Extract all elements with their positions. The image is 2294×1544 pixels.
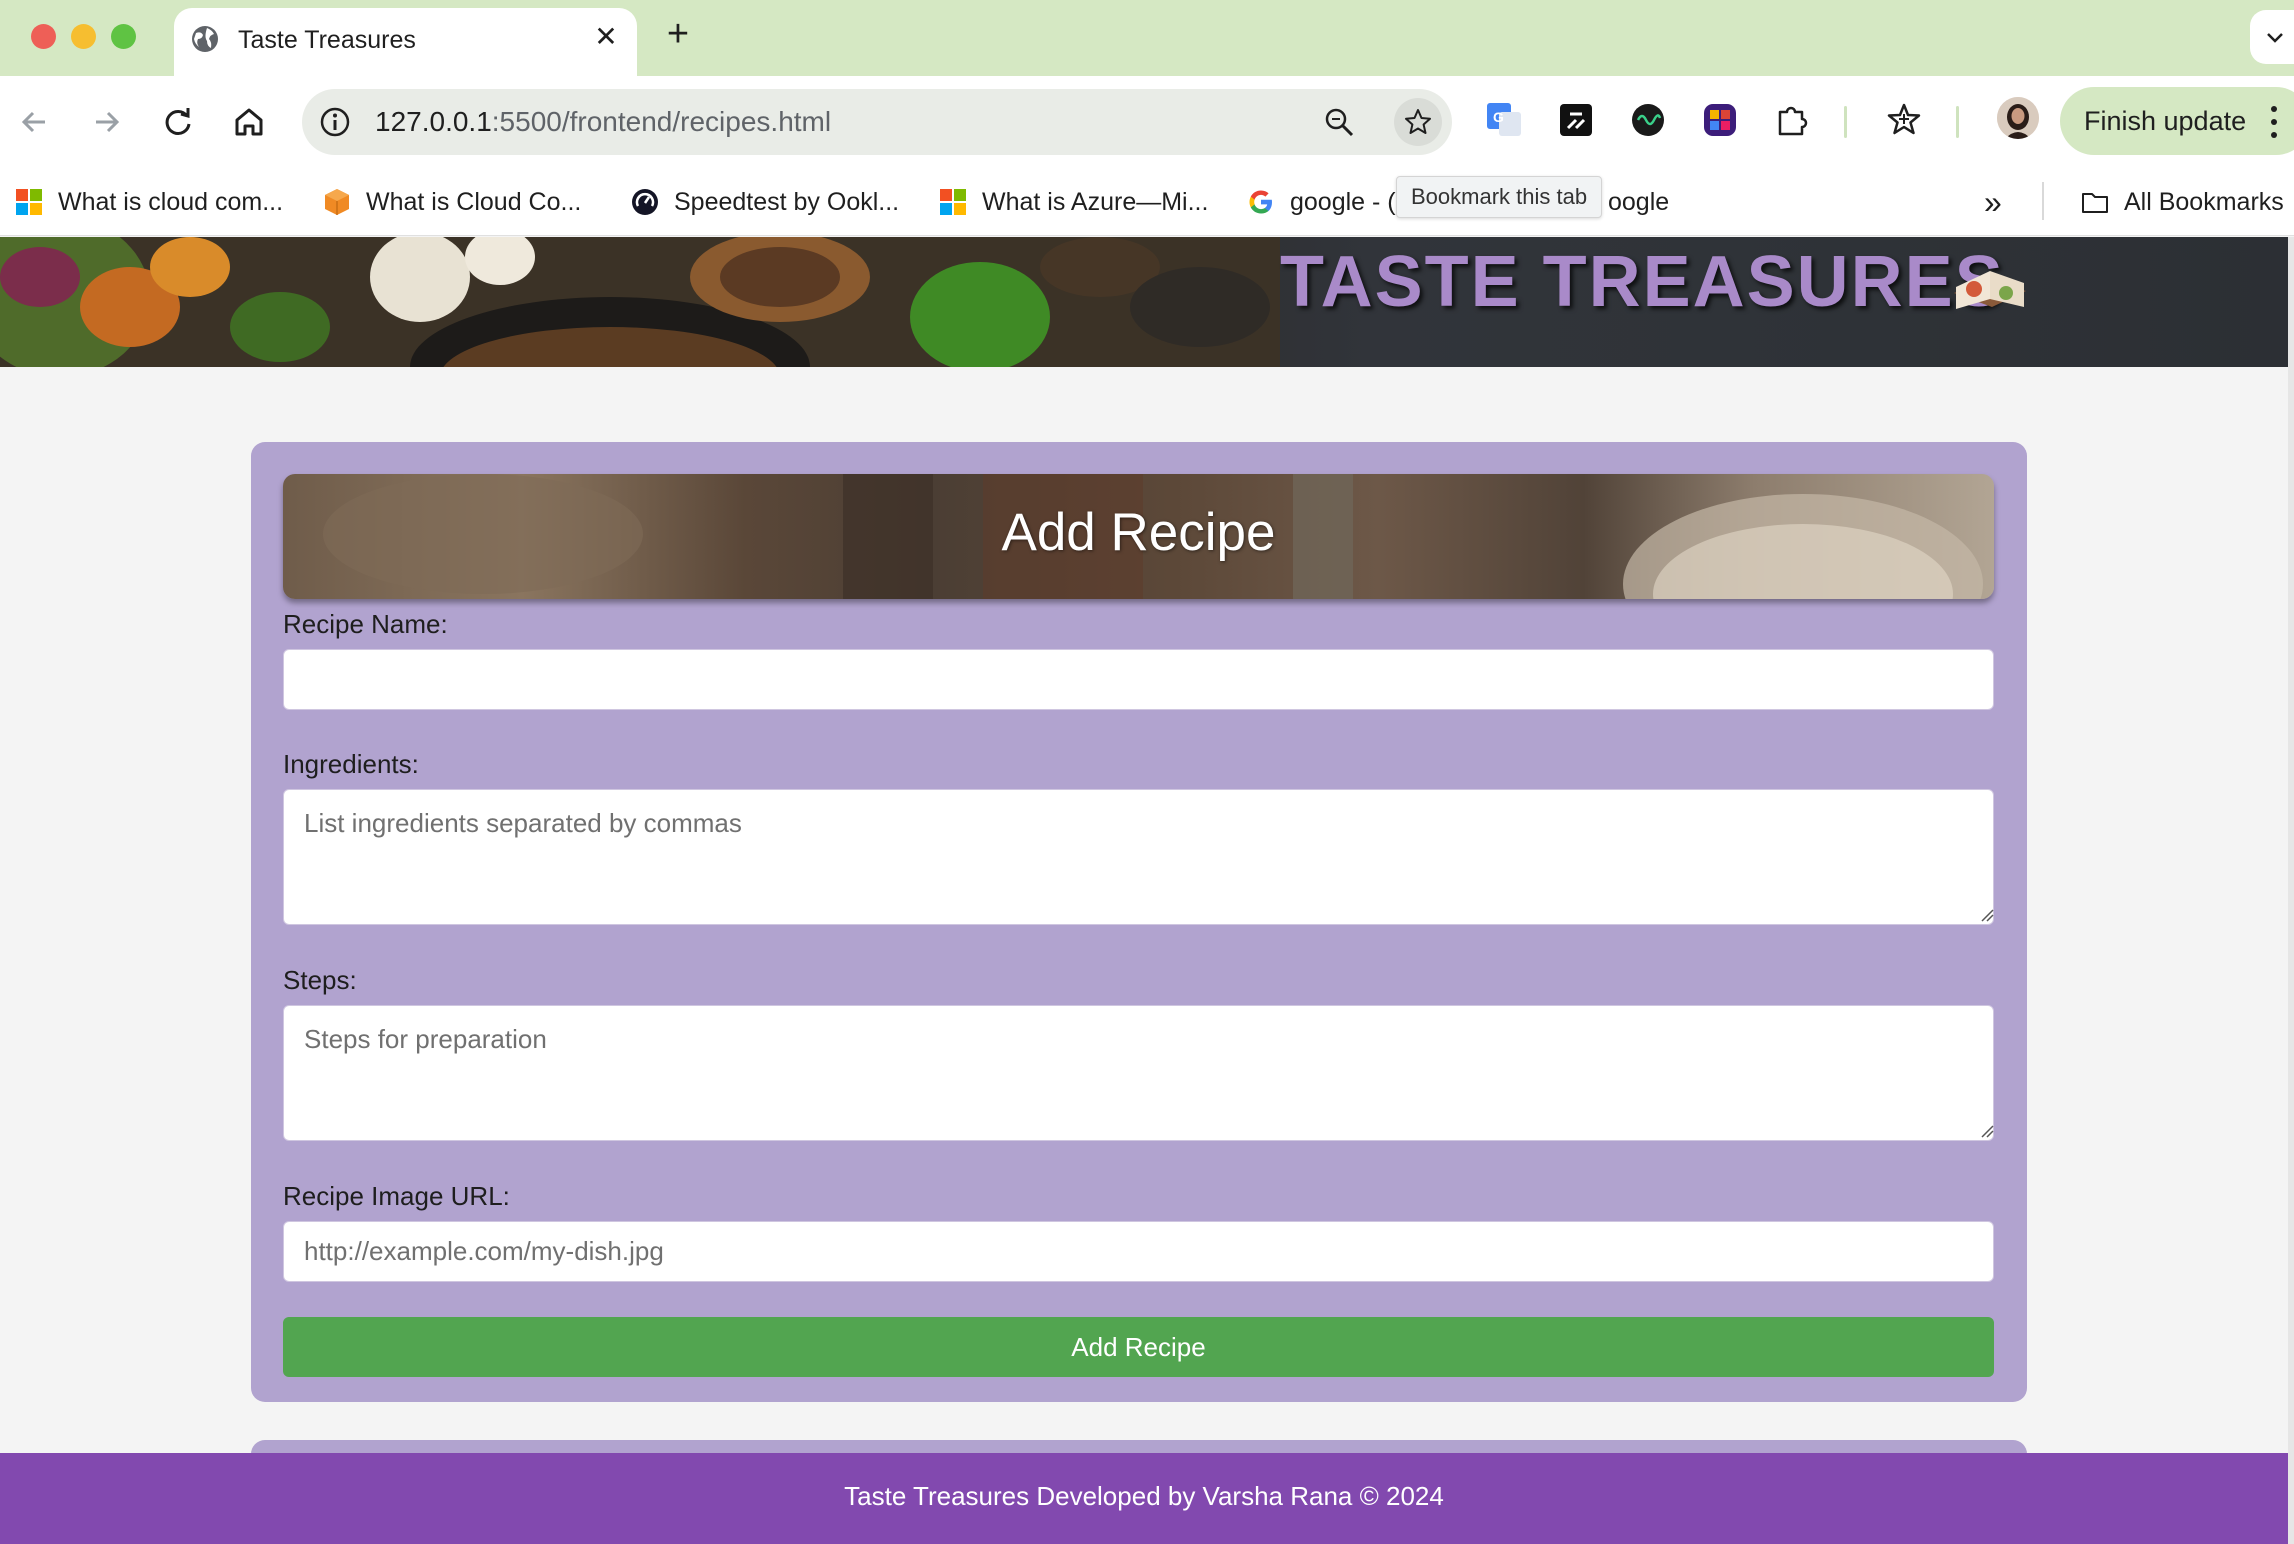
form-title: Add Recipe <box>1001 503 1276 562</box>
steps-label: Steps: <box>283 965 357 995</box>
microsoft-icon <box>16 189 42 215</box>
close-tab-icon[interactable]: ✕ <box>589 20 623 54</box>
minimize-window-button[interactable] <box>71 24 96 49</box>
audio-extension-icon[interactable] <box>1628 100 1668 140</box>
site-info-icon[interactable] <box>316 103 354 141</box>
recipe-name-label: Recipe Name: <box>283 609 448 639</box>
add-recipe-card: Add Recipe Recipe Name: Ingredients: Ste… <box>251 442 2027 1402</box>
bookmark-item[interactable]: What is Azure—Mi... <box>938 182 1208 222</box>
finish-update-label: Finish update <box>2084 106 2247 136</box>
bookmarks-bar: What is cloud com... What is Cloud Co...… <box>0 168 2294 236</box>
all-bookmarks-label: All Bookmarks <box>2124 187 2284 216</box>
tab-title: Taste Treasures <box>238 26 416 54</box>
url-path: :5500/frontend/recipes.html <box>491 106 832 137</box>
url-host: 127.0.0.1 <box>375 106 492 137</box>
forward-arrow-icon[interactable] <box>84 100 128 144</box>
globe-icon <box>192 26 218 52</box>
chevron-down-icon <box>2267 33 2283 43</box>
url-text[interactable]: 127.0.0.1:5500/frontend/recipes.html <box>375 106 831 138</box>
recipe-image-url-input[interactable] <box>283 1221 1994 1282</box>
google-translate-icon[interactable]: G <box>1484 100 1524 140</box>
star-icon <box>1405 109 1431 134</box>
more-vertical-icon[interactable] <box>2270 104 2278 140</box>
all-bookmarks-button[interactable]: All Bookmarks <box>2080 182 2284 222</box>
speedtest-icon <box>632 189 658 215</box>
recipe-image-url-label: Recipe Image URL: <box>283 1181 510 1211</box>
steps-textarea[interactable] <box>283 1005 1994 1141</box>
profile-avatar[interactable] <box>1997 97 2039 139</box>
bookmark-label: google - ( <box>1290 187 1396 216</box>
color-extension-icon[interactable] <box>1700 100 1740 140</box>
bookmark-item[interactable]: What is cloud com... <box>14 182 283 222</box>
bookmarks-star-icon[interactable] <box>1884 100 1924 140</box>
bookmark-label: oogle <box>1608 187 1670 216</box>
recipe-book-icon <box>1954 271 2026 309</box>
browser-toolbar: 127.0.0.1:5500/frontend/recipes.html G F… <box>0 76 2294 168</box>
tab-search-button[interactable] <box>2250 10 2294 64</box>
bookmark-item[interactable]: Speedtest by Ookl... <box>630 182 899 222</box>
reload-icon[interactable] <box>156 100 200 144</box>
aws-cube-icon <box>325 189 349 215</box>
recipe-name-input[interactable] <box>283 649 1994 710</box>
bookmark-label: What is Azure—Mi... <box>982 187 1209 216</box>
bookmark-label: Speedtest by Ookl... <box>674 187 900 216</box>
bookmark-label: What is cloud com... <box>58 187 284 216</box>
page-scrollbar[interactable] <box>2288 237 2294 1544</box>
maximize-window-button[interactable] <box>111 24 136 49</box>
bookmark-label: What is Cloud Co... <box>366 187 582 216</box>
close-window-button[interactable] <box>31 24 56 49</box>
bookmarks-overflow-icon[interactable]: » <box>1984 184 2002 221</box>
add-recipe-header: Add Recipe <box>283 474 1994 599</box>
bookmark-star-button[interactable] <box>1394 98 1442 146</box>
add-recipe-button[interactable]: Add Recipe <box>283 1317 1994 1377</box>
address-bar[interactable]: 127.0.0.1:5500/frontend/recipes.html <box>302 89 1452 155</box>
ingredients-textarea[interactable] <box>283 789 1994 925</box>
new-tab-button[interactable]: + <box>658 14 698 54</box>
food-banner-image <box>0 237 1280 367</box>
folder-icon <box>2082 193 2108 213</box>
bookmarks-separator <box>2042 182 2044 220</box>
toolbar-separator <box>1956 106 1959 138</box>
back-arrow-icon[interactable] <box>13 100 57 144</box>
puzzle-extensions-icon[interactable] <box>1772 100 1812 140</box>
home-icon[interactable] <box>227 100 271 144</box>
bookmark-tooltip: Bookmark this tab <box>1396 176 1603 218</box>
site-brand-title: TASTE TREASURES <box>1280 242 2005 322</box>
bookmark-item[interactable]: oogle <box>1608 182 1669 222</box>
avatar-icon <box>1997 97 2039 139</box>
footer-text: Taste Treasures Developed by Varsha Rana… <box>844 1481 1444 1511</box>
page-viewport: TASTE TREASURES Add Recipe Recipe Name: … <box>0 237 2294 1544</box>
ingredients-label: Ingredients: <box>283 749 419 779</box>
notion-like-extension-icon[interactable] <box>1556 100 1596 140</box>
zoom-icon[interactable] <box>1322 105 1356 139</box>
microsoft-icon <box>940 189 966 215</box>
site-footer: Taste Treasures Developed by Varsha Rana… <box>0 1453 2288 1544</box>
site-header-banner: TASTE TREASURES <box>0 237 2288 367</box>
svg-text:G: G <box>1493 109 1504 125</box>
tab-strip: Taste Treasures ✕ + <box>0 0 2294 76</box>
toolbar-separator <box>1844 106 1847 138</box>
tab-taste-treasures[interactable]: Taste Treasures ✕ <box>174 8 637 76</box>
google-icon <box>1249 190 1272 214</box>
bookmark-item[interactable]: google - ( <box>1246 182 1396 222</box>
bookmark-item[interactable]: What is Cloud Co... <box>322 182 581 222</box>
finish-update-button[interactable]: Finish update <box>2060 87 2294 155</box>
